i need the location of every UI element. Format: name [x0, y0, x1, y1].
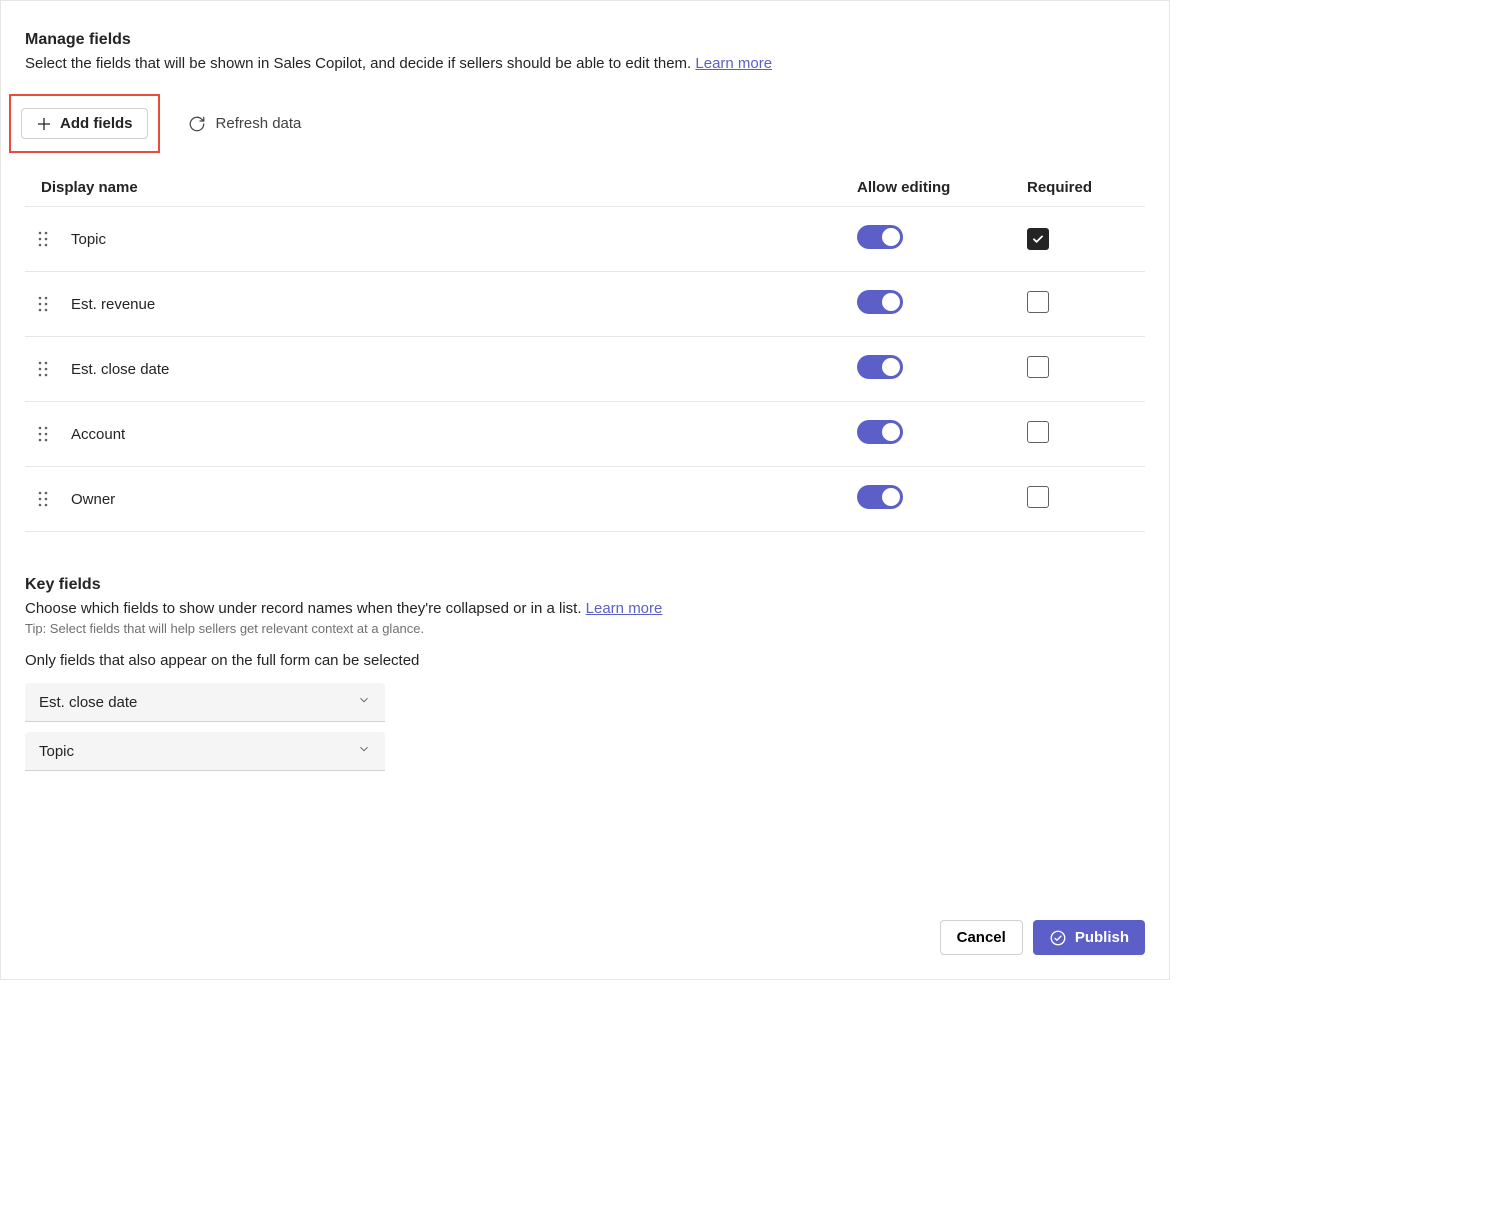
key-field-select[interactable]: Topic — [25, 732, 385, 771]
plus-icon — [36, 116, 52, 132]
select-value: Est. close date — [39, 694, 137, 711]
drag-handle-icon[interactable] — [37, 425, 49, 443]
add-fields-button[interactable]: Add fields — [21, 108, 148, 139]
required-checkbox[interactable] — [1027, 228, 1049, 250]
fields-table: Display name Allow editing Required Topi… — [25, 171, 1145, 532]
manage-fields-panel: Manage fields Select the fields that wil… — [0, 0, 1170, 980]
chevron-down-icon — [357, 742, 371, 760]
cancel-button[interactable]: Cancel — [940, 920, 1023, 955]
table-row: Account — [25, 402, 1145, 467]
field-name: Est. close date — [71, 361, 169, 378]
refresh-icon — [188, 115, 206, 133]
column-header-required: Required — [1015, 171, 1145, 207]
drag-handle-icon[interactable] — [37, 295, 49, 313]
drag-handle-icon[interactable] — [37, 360, 49, 378]
allow-editing-toggle[interactable] — [857, 485, 903, 509]
field-name: Est. revenue — [71, 296, 155, 313]
key-fields-hint: Only fields that also appear on the full… — [25, 652, 1145, 669]
check-circle-icon — [1049, 929, 1067, 947]
table-row: Est. revenue — [25, 272, 1145, 337]
table-row: Topic — [25, 207, 1145, 272]
select-value: Topic — [39, 743, 74, 760]
publish-label: Publish — [1075, 929, 1129, 946]
field-name: Topic — [71, 231, 106, 248]
chevron-down-icon — [357, 693, 371, 711]
manage-fields-title: Manage fields — [25, 31, 1145, 49]
key-fields-description: Choose which fields to show under record… — [25, 600, 1145, 617]
required-checkbox[interactable] — [1027, 291, 1049, 313]
table-row: Owner — [25, 467, 1145, 532]
add-fields-highlight: Add fields — [9, 94, 160, 153]
allow-editing-toggle[interactable] — [857, 225, 903, 249]
field-name: Account — [71, 426, 125, 443]
key-learn-more-link[interactable]: Learn more — [586, 600, 663, 617]
refresh-data-button[interactable]: Refresh data — [188, 115, 302, 133]
table-row: Est. close date — [25, 337, 1145, 402]
allow-editing-toggle[interactable] — [857, 420, 903, 444]
required-checkbox[interactable] — [1027, 421, 1049, 443]
column-header-allow: Allow editing — [845, 171, 1015, 207]
add-fields-label: Add fields — [60, 115, 133, 132]
key-fields-title: Key fields — [25, 576, 1145, 594]
manage-fields-description: Select the fields that will be shown in … — [25, 55, 1145, 72]
drag-handle-icon[interactable] — [37, 230, 49, 248]
key-fields-section: Key fields Choose which fields to show u… — [25, 576, 1145, 771]
refresh-data-label: Refresh data — [216, 115, 302, 132]
toolbar: Add fields Refresh data — [9, 94, 1145, 153]
learn-more-link[interactable]: Learn more — [695, 55, 772, 72]
publish-button[interactable]: Publish — [1033, 920, 1145, 955]
footer-actions: Cancel Publish — [940, 920, 1145, 955]
column-header-name: Display name — [25, 171, 845, 207]
field-name: Owner — [71, 491, 115, 508]
required-checkbox[interactable] — [1027, 356, 1049, 378]
key-field-select[interactable]: Est. close date — [25, 683, 385, 722]
key-fields-tip: Tip: Select fields that will help seller… — [25, 621, 1145, 636]
allow-editing-toggle[interactable] — [857, 355, 903, 379]
required-checkbox[interactable] — [1027, 486, 1049, 508]
allow-editing-toggle[interactable] — [857, 290, 903, 314]
drag-handle-icon[interactable] — [37, 490, 49, 508]
